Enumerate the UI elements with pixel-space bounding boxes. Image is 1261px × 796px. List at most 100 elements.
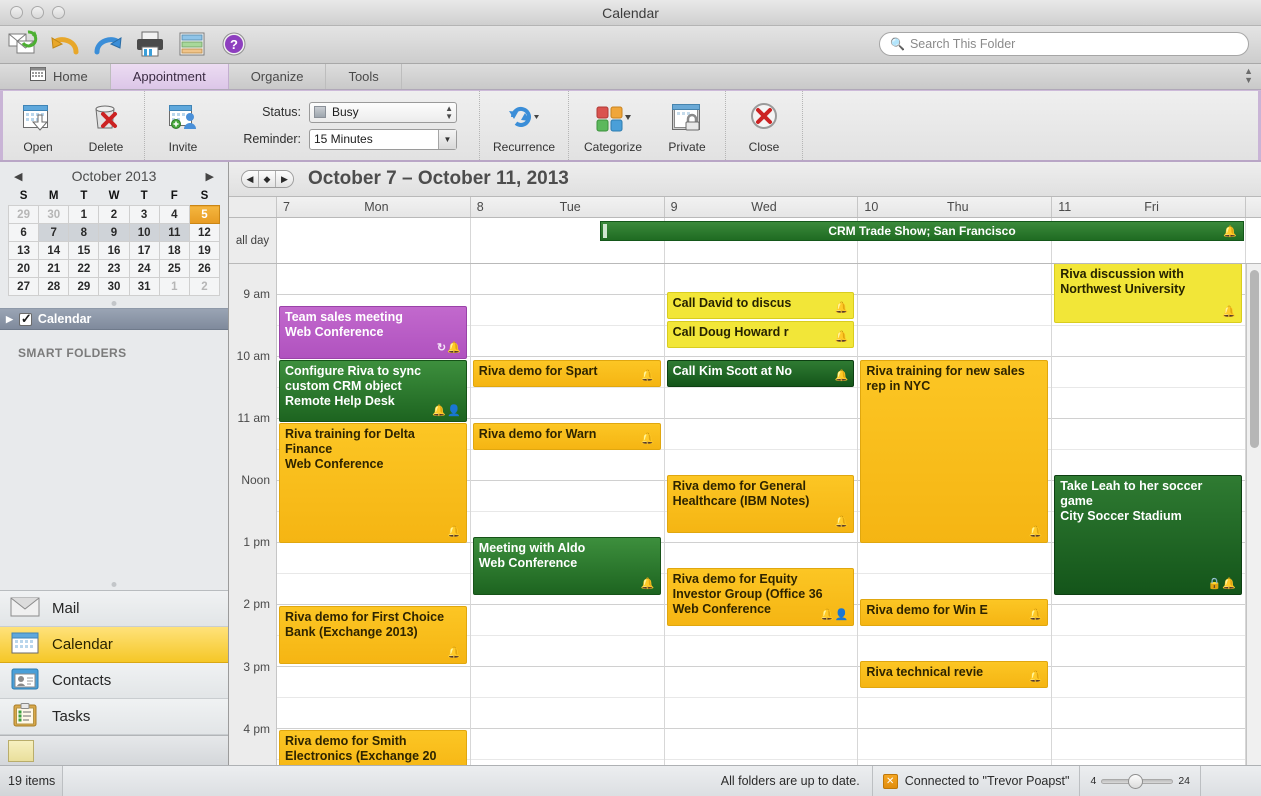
all-day-cell[interactable] bbox=[277, 218, 471, 263]
reminder-select[interactable]: 15 Minutes ▼ bbox=[309, 128, 457, 150]
mini-calendar-next-month[interactable]: ▶ bbox=[206, 170, 214, 183]
invite-button[interactable]: Invite bbox=[155, 97, 211, 154]
close-button[interactable]: Close bbox=[736, 97, 792, 154]
mini-calendar-day[interactable]: 20 bbox=[7, 259, 40, 278]
redo-icon[interactable] bbox=[92, 30, 126, 60]
open-button[interactable]: Open bbox=[10, 97, 66, 154]
scrollbar-thumb[interactable] bbox=[1250, 270, 1259, 448]
status-stepper-icon[interactable]: ▲ ▼ bbox=[445, 104, 453, 121]
mini-calendar-day[interactable]: 22 bbox=[68, 259, 100, 278]
delete-button[interactable]: Delete bbox=[78, 97, 134, 154]
disclosure-triangle-icon[interactable]: ▶ bbox=[6, 314, 13, 325]
mini-calendar-day[interactable]: 18 bbox=[158, 241, 190, 260]
day-header-thu[interactable]: 10 Thu bbox=[858, 197, 1053, 217]
mini-calendar-prev-month[interactable]: ◀ bbox=[14, 170, 22, 183]
chevron-down-icon[interactable]: ▼ bbox=[438, 129, 456, 149]
mini-calendar-day[interactable]: 23 bbox=[98, 259, 130, 278]
undo-icon[interactable] bbox=[50, 30, 84, 60]
mini-calendar-day[interactable]: 2 bbox=[188, 277, 221, 296]
mini-calendar-day[interactable]: 27 bbox=[7, 277, 40, 296]
sidebar-resize-handle[interactable] bbox=[0, 578, 228, 590]
mini-calendar-day[interactable]: 24 bbox=[128, 259, 160, 278]
calendar-event[interactable]: Configure Riva to sync custom CRM object… bbox=[279, 360, 467, 422]
mini-calendar-day[interactable]: 19 bbox=[188, 241, 221, 260]
day-column[interactable]: Riva training for new sales rep in NYC 🔔 R… bbox=[858, 264, 1053, 765]
mini-calendar-day[interactable]: 29 bbox=[68, 277, 100, 296]
day-header-mon[interactable]: 7 Mon bbox=[277, 197, 471, 217]
zoom-control[interactable]: 4 24 bbox=[1080, 766, 1201, 796]
mini-calendar-day[interactable]: 3 bbox=[128, 205, 160, 224]
calendar-event[interactable]: Riva discussion with Northwest Universit… bbox=[1054, 264, 1242, 323]
day-header-wed[interactable]: 9 Wed bbox=[665, 197, 859, 217]
calendar-event[interactable]: Meeting with Aldo Web Conference 🔔 bbox=[472, 537, 661, 595]
mini-calendar-day[interactable]: 13 bbox=[7, 241, 40, 260]
calendar-event[interactable]: Riva demo for Smith Electronics (Exchang… bbox=[279, 730, 467, 765]
connection-status[interactable]: ✕ Connected to "Trevor Poapst" bbox=[871, 766, 1081, 796]
calendar-folder-row[interactable]: ▶ Calendar bbox=[0, 308, 228, 330]
recurrence-button[interactable]: Recurrence bbox=[490, 97, 558, 154]
mini-calendar-day[interactable]: 11 bbox=[158, 223, 190, 242]
day-header-tue[interactable]: 8 Tue bbox=[471, 197, 665, 217]
calendar-event[interactable]: Riva demo for General Healthcare (IBM No… bbox=[666, 475, 855, 533]
all-day-event[interactable]: CRM Trade Show; San Francisco 🔔 bbox=[599, 221, 1245, 241]
mini-calendar-day[interactable]: 17 bbox=[128, 241, 160, 260]
maximize-window-button[interactable] bbox=[52, 6, 65, 19]
calendar-event[interactable]: Call David to discus 🔔 bbox=[666, 292, 855, 319]
mini-calendar-day[interactable]: 5 bbox=[188, 205, 221, 224]
notes-icon[interactable] bbox=[8, 739, 34, 762]
calendar-event[interactable]: Riva demo for Win E 🔔 bbox=[860, 599, 1049, 626]
tab-tools[interactable]: Tools bbox=[326, 64, 402, 89]
day-column[interactable]: Riva demo for Spart 🔔 Riva demo for Warn 🔔 M… bbox=[470, 264, 665, 765]
window-controls[interactable] bbox=[10, 6, 65, 19]
send-receive-icon[interactable] bbox=[8, 29, 42, 60]
mini-calendar-day[interactable]: 8 bbox=[68, 223, 100, 242]
calendar-event[interactable]: Riva demo for First Choice Bank (Exchang… bbox=[279, 606, 467, 664]
mini-calendar-day[interactable]: 6 bbox=[7, 223, 40, 242]
mini-calendar-day[interactable]: 29 bbox=[7, 205, 40, 224]
nav-today-button[interactable]: ◆ bbox=[259, 171, 276, 187]
status-select[interactable]: Busy ▲ ▼ bbox=[309, 101, 457, 123]
mini-calendar-day[interactable]: 1 bbox=[68, 205, 100, 224]
close-window-button[interactable] bbox=[10, 6, 23, 19]
day-column[interactable]: Team sales meeting Web Conference ↻🔔 Config… bbox=[277, 264, 471, 765]
zoom-slider[interactable] bbox=[1101, 773, 1174, 789]
mini-calendar-day[interactable]: 26 bbox=[188, 259, 221, 278]
nav-next-button[interactable]: ▶ bbox=[276, 171, 293, 187]
mini-calendar-day[interactable]: 30 bbox=[38, 205, 70, 224]
search-input[interactable]: 🔍 Search This Folder bbox=[879, 32, 1249, 56]
calendar-event[interactable]: Call Kim Scott at No 🔔 bbox=[666, 360, 855, 387]
nav-previous-button[interactable]: ◀ bbox=[242, 171, 259, 187]
day-columns[interactable]: Team sales meeting Web Conference ↻🔔 Config… bbox=[277, 264, 1246, 765]
minimize-window-button[interactable] bbox=[31, 6, 44, 19]
mini-calendar-day[interactable]: 31 bbox=[128, 277, 160, 296]
private-button[interactable]: Private bbox=[659, 97, 715, 154]
calendar-event[interactable]: Riva demo for Spart 🔔 bbox=[472, 360, 661, 387]
sidebar-item-tasks[interactable]: Tasks bbox=[0, 699, 228, 735]
mini-calendar-day[interactable]: 12 bbox=[188, 223, 221, 242]
tab-home[interactable]: Home bbox=[0, 64, 111, 89]
mini-calendar-day[interactable]: 15 bbox=[68, 241, 100, 260]
all-day-grid[interactable]: CRM Trade Show; San Francisco 🔔 bbox=[277, 218, 1246, 263]
vertical-scrollbar[interactable] bbox=[1246, 264, 1261, 765]
day-header-fri[interactable]: 11 Fri bbox=[1052, 197, 1246, 217]
mini-calendar-day[interactable]: 25 bbox=[158, 259, 190, 278]
sidebar-item-mail[interactable]: Mail bbox=[0, 591, 228, 627]
mini-calendar-day[interactable]: 10 bbox=[128, 223, 160, 242]
mini-calendar-day[interactable]: 2 bbox=[98, 205, 130, 224]
mini-calendar-day[interactable]: 9 bbox=[98, 223, 130, 242]
mini-calendar-day[interactable]: 4 bbox=[158, 205, 190, 224]
event-drag-handle[interactable] bbox=[602, 224, 607, 238]
mini-calendar-day[interactable]: 7 bbox=[38, 223, 70, 242]
categorize-button[interactable]: Categorize bbox=[579, 97, 647, 154]
mini-calendar-day[interactable]: 21 bbox=[38, 259, 70, 278]
mini-calendar-day[interactable]: 1 bbox=[158, 277, 190, 296]
mini-calendar-day[interactable]: 30 bbox=[98, 277, 130, 296]
help-icon[interactable]: ? bbox=[218, 30, 252, 60]
calendar-event[interactable]: Take Leah to her soccer game City Soccer … bbox=[1054, 475, 1242, 595]
mini-calendar-day[interactable]: 28 bbox=[38, 277, 70, 296]
calendar-event[interactable]: Riva demo for Warn 🔔 bbox=[472, 423, 661, 450]
calendar-event[interactable]: Riva training for Delta Finance Web Confe… bbox=[279, 423, 467, 543]
zoom-slider-knob[interactable] bbox=[1128, 773, 1144, 789]
calendar-event[interactable]: Riva demo for Equity Investor Group (Off… bbox=[666, 568, 855, 626]
calendar-event[interactable]: Team sales meeting Web Conference ↻🔔 bbox=[279, 306, 467, 359]
